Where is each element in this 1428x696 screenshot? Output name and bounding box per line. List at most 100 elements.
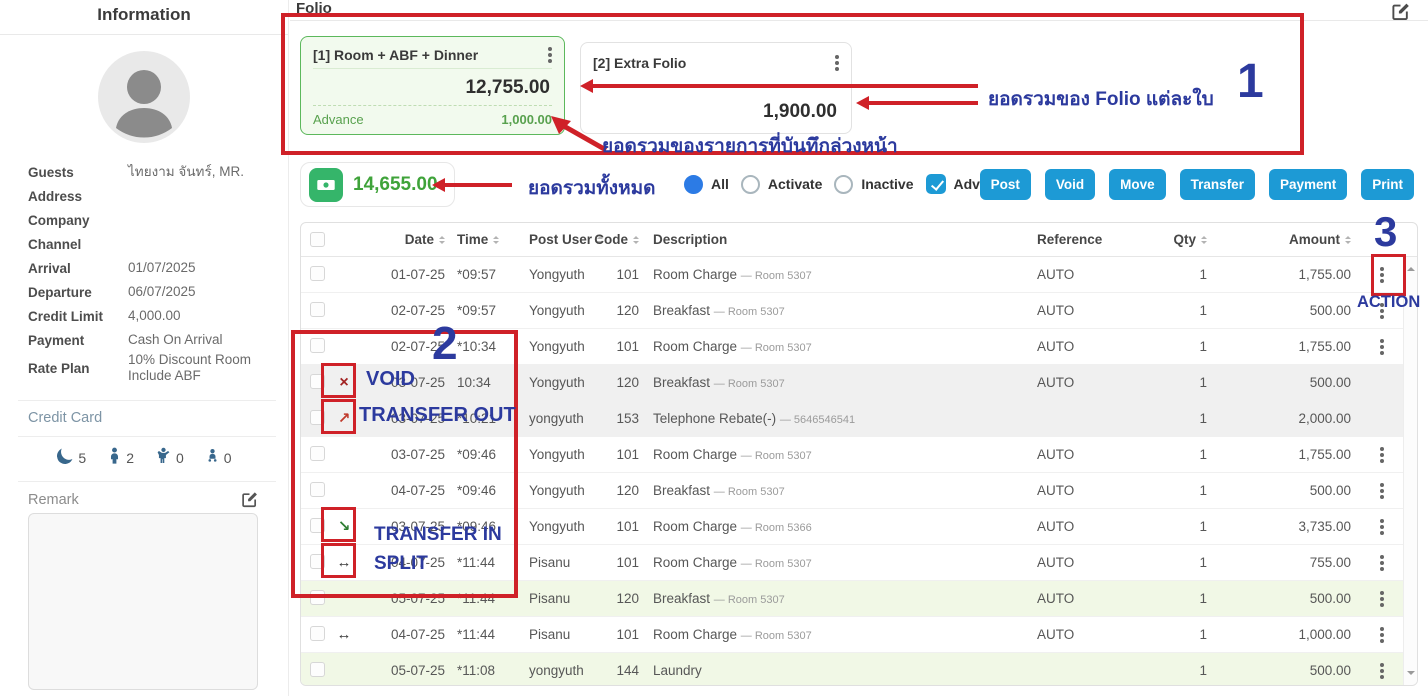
cell-time: *09:46 <box>453 447 529 462</box>
row-action-menu[interactable] <box>1361 453 1403 457</box>
void-button[interactable]: Void <box>1045 169 1095 200</box>
row-checkbox[interactable] <box>301 590 331 608</box>
cell-reference: AUTO <box>1023 267 1153 282</box>
field-label: Credit Limit <box>28 309 128 324</box>
kebab-icon[interactable] <box>1380 669 1384 673</box>
cell-time: 10:34 <box>453 375 529 390</box>
cell-description-note: — Room 5307 <box>741 558 812 570</box>
table-header: Date Time Post User Code Description Ref… <box>301 223 1417 257</box>
guest-field: Company <box>28 208 266 232</box>
row-action-menu[interactable] <box>1361 669 1403 673</box>
kebab-icon[interactable] <box>1380 309 1384 313</box>
cell-qty: 1 <box>1153 447 1215 462</box>
field-value: Cash On Arrival <box>128 332 223 348</box>
cell-date: 03-07-25 <box>357 411 453 426</box>
transfer-button[interactable]: Transfer <box>1180 169 1255 200</box>
filter-radio-all[interactable]: All <box>684 175 729 194</box>
column-header-description[interactable]: Description <box>645 232 1023 247</box>
move-button[interactable]: Move <box>1109 169 1166 200</box>
kebab-icon[interactable] <box>1380 489 1384 493</box>
row-checkbox[interactable] <box>301 410 331 428</box>
row-action-menu[interactable] <box>1361 525 1403 529</box>
sort-icon <box>1345 233 1351 247</box>
table-row: 03-07-25*09:46Yongyuth101Room Charge — R… <box>301 437 1403 473</box>
cell-post-user: Pisanu <box>529 555 597 570</box>
adult-icon <box>108 447 121 469</box>
row-action-menu[interactable] <box>1361 489 1403 493</box>
row-action-menu[interactable] <box>1361 273 1403 277</box>
cell-code: 101 <box>597 519 645 534</box>
folio-card-2[interactable]: [2] Extra Folio 1,900.00 <box>580 42 852 134</box>
folio-card-1[interactable]: [1] Room + ABF + Dinner 12,755.00 Advanc… <box>300 36 565 135</box>
remark-label: Remark <box>28 492 79 508</box>
guest-field: Departure06/07/2025 <box>28 280 266 304</box>
cell-qty: 1 <box>1153 591 1215 606</box>
table-scrollbar[interactable] <box>1403 257 1417 685</box>
column-header-post-user[interactable]: Post User <box>529 232 597 247</box>
cell-reference: AUTO <box>1023 447 1153 462</box>
post-button[interactable]: Post <box>980 169 1031 200</box>
column-header-qty[interactable]: Qty <box>1153 232 1215 247</box>
radio-icon[interactable] <box>834 175 853 194</box>
scroll-up-icon[interactable] <box>1407 263 1415 271</box>
edit-remark-icon[interactable] <box>241 491 258 508</box>
folio-card-menu-icon[interactable] <box>548 53 552 57</box>
row-checkbox[interactable] <box>301 626 331 644</box>
row-checkbox[interactable] <box>301 446 331 464</box>
advance-total-annotation: ยอดรวมของรายการที่บันทึกล่วงหน้า <box>602 131 898 161</box>
cell-amount: 755.00 <box>1215 555 1361 570</box>
edit-folio-icon[interactable] <box>1391 2 1410 21</box>
field-value: 10% Discount Room Include ABF <box>128 352 266 384</box>
kebab-icon[interactable] <box>1380 525 1384 529</box>
column-header-amount[interactable]: Amount <box>1215 232 1361 247</box>
cell-date: 04-07-25 <box>357 483 453 498</box>
row-action-menu[interactable] <box>1361 309 1403 313</box>
cell-code: 101 <box>597 447 645 462</box>
cell-code: 144 <box>597 663 645 678</box>
advance-label: Advance <box>313 112 364 127</box>
kebab-icon[interactable] <box>1380 633 1384 637</box>
row-checkbox[interactable] <box>301 266 331 284</box>
column-header-reference[interactable]: Reference <box>1023 232 1153 247</box>
cell-post-user: Yongyuth <box>529 339 597 354</box>
row-action-menu[interactable] <box>1361 561 1403 565</box>
row-checkbox[interactable] <box>301 518 331 536</box>
radio-icon[interactable] <box>684 175 703 194</box>
row-checkbox[interactable] <box>301 374 331 392</box>
row-checkbox[interactable] <box>301 662 331 680</box>
kebab-icon[interactable] <box>1380 273 1384 277</box>
table-row: 01-07-25*09:57Yongyuth101Room Charge — R… <box>301 257 1403 293</box>
cell-time: *09:57 <box>453 267 529 282</box>
remark-textarea[interactable] <box>28 513 258 690</box>
row-checkbox[interactable] <box>301 302 331 320</box>
column-header-time[interactable]: Time <box>453 232 529 247</box>
radio-icon[interactable] <box>741 175 760 194</box>
print-button[interactable]: Print <box>1361 169 1414 200</box>
row-checkbox[interactable] <box>301 554 331 572</box>
row-action-menu[interactable] <box>1361 597 1403 601</box>
sort-icon <box>1201 233 1207 247</box>
cell-description: Laundry <box>645 663 1023 678</box>
row-checkbox[interactable] <box>301 338 331 356</box>
checkbox-icon[interactable] <box>926 174 946 194</box>
row-action-menu[interactable] <box>1361 633 1403 637</box>
payment-button[interactable]: Payment <box>1269 169 1347 200</box>
column-header-code[interactable]: Code <box>597 232 645 247</box>
filter-radio-activate[interactable]: Activate <box>741 175 822 194</box>
folio-card-total: 12,755.00 <box>313 69 552 105</box>
kebab-icon[interactable] <box>1380 345 1384 349</box>
column-header-date[interactable]: Date <box>357 232 453 247</box>
cell-date: 05-07-25 <box>357 591 453 606</box>
scroll-down-icon[interactable] <box>1407 671 1415 679</box>
filter-radio-inactive[interactable]: Inactive <box>834 175 913 194</box>
kebab-icon[interactable] <box>1380 561 1384 565</box>
kebab-icon[interactable] <box>1380 453 1384 457</box>
kebab-icon[interactable] <box>1380 597 1384 601</box>
select-all-checkbox[interactable] <box>310 232 325 247</box>
row-action-menu[interactable] <box>1361 345 1403 349</box>
folio-card-menu-icon[interactable] <box>835 61 839 65</box>
row-checkbox[interactable] <box>301 482 331 500</box>
annotation-number-1: 1 <box>1237 54 1264 109</box>
cell-qty: 1 <box>1153 411 1215 426</box>
table-row: 02-07-25*09:57Yongyuth120Breakfast — Roo… <box>301 293 1403 329</box>
